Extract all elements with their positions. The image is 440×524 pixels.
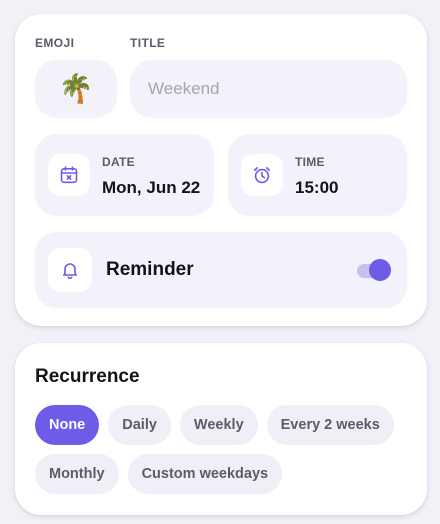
- recurrence-options: None Daily Weekly Every 2 weeks Monthly …: [35, 405, 415, 503]
- recurrence-title: Recurrence: [35, 366, 140, 387]
- recurrence-option-weekly[interactable]: Weekly: [179, 405, 258, 445]
- alarm-clock-icon: [241, 154, 283, 196]
- reminder-toggle[interactable]: [357, 258, 391, 282]
- title-label: TITLE: [130, 36, 166, 50]
- title-input[interactable]: [130, 60, 407, 118]
- reminder-row: Reminder: [35, 232, 407, 308]
- calendar-icon: [48, 154, 90, 196]
- recurrence-card: Recurrence None Daily Weekly Every 2 wee…: [15, 343, 427, 515]
- reminder-label: Reminder: [106, 259, 194, 280]
- time-label: TIME: [295, 155, 325, 169]
- recurrence-option-daily[interactable]: Daily: [108, 405, 171, 445]
- time-value: 15:00: [295, 178, 339, 197]
- date-label: DATE: [102, 155, 135, 169]
- time-picker[interactable]: TIME 15:00: [228, 134, 407, 216]
- recurrence-option-every-2-weeks[interactable]: Every 2 weeks: [266, 405, 394, 445]
- emoji-label: EMOJI: [35, 36, 75, 50]
- date-value: Mon, Jun 22: [102, 178, 201, 197]
- palm-tree-emoji: 🌴: [58, 73, 94, 104]
- bell-icon: [48, 248, 92, 292]
- event-details-card: EMOJI TITLE 🌴 DATE Mon, Jun 22: [15, 14, 427, 326]
- recurrence-option-none[interactable]: None: [35, 405, 100, 445]
- toggle-knob: [369, 259, 391, 281]
- date-picker[interactable]: DATE Mon, Jun 22: [35, 134, 214, 216]
- recurrence-option-custom-weekdays[interactable]: Custom weekdays: [127, 454, 283, 494]
- emoji-picker-button[interactable]: 🌴: [35, 60, 117, 118]
- recurrence-option-monthly[interactable]: Monthly: [35, 454, 119, 494]
